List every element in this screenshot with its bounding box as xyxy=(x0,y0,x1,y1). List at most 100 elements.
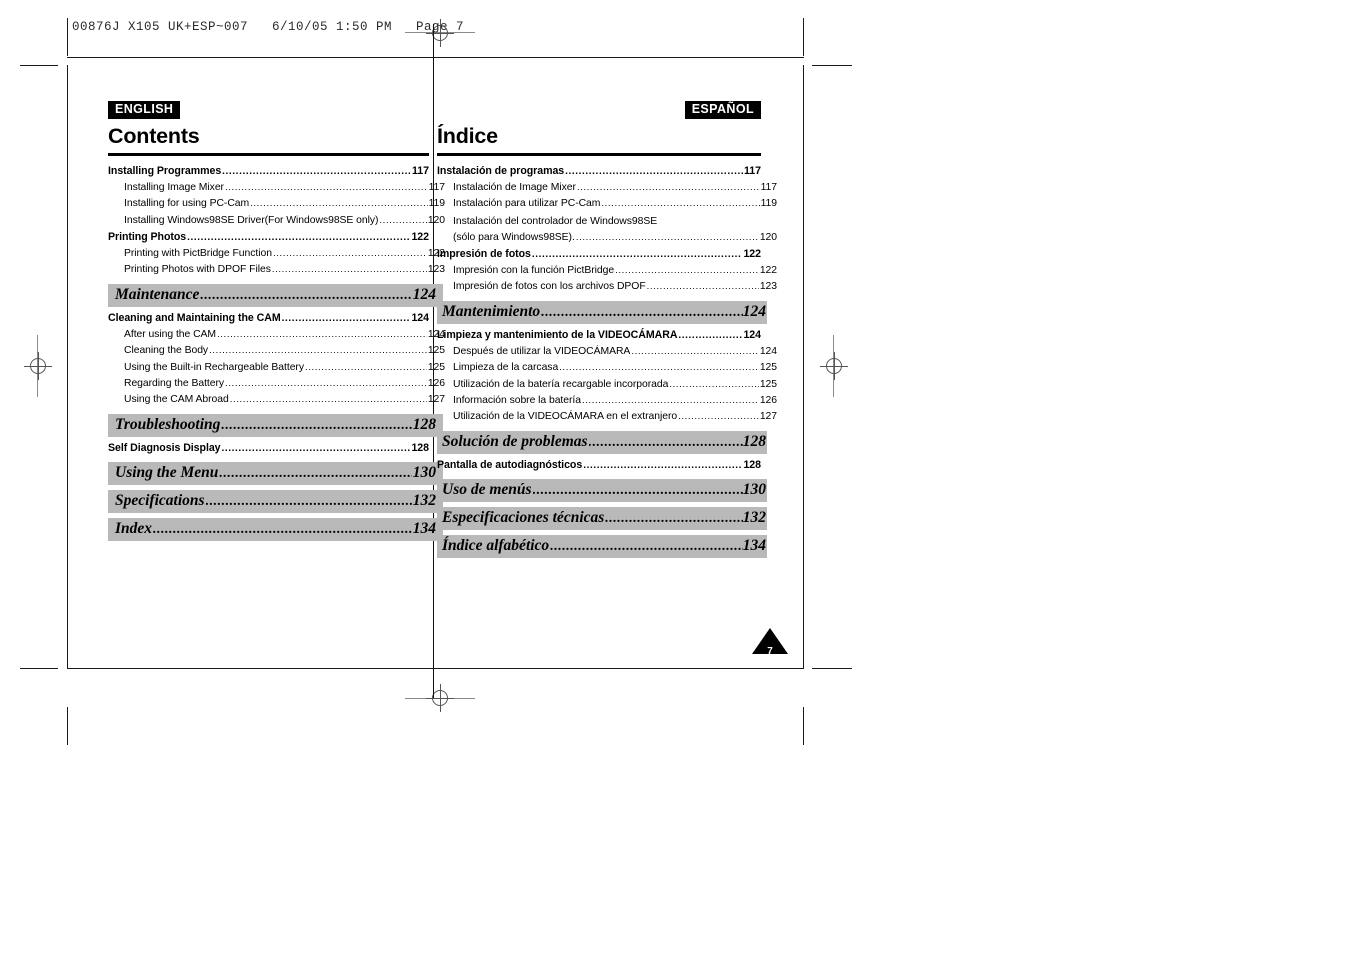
toc-entry[interactable]: Regarding the Battery...................… xyxy=(108,376,445,392)
toc-entry[interactable]: Pantalla de autodiagnósticos............… xyxy=(437,457,761,474)
page-edge-top-rule xyxy=(67,57,804,58)
toc-entry[interactable]: Installing Programmes...................… xyxy=(108,163,429,180)
toc-entry-label: Impresión con la función PictBridge xyxy=(453,264,615,276)
toc-entry-page: 122 xyxy=(743,247,761,260)
toc-entry[interactable]: Instalación de programas................… xyxy=(437,163,761,180)
toc-leader-dots: ........................................… xyxy=(379,215,426,226)
toc-entry-label: Specifications xyxy=(115,491,205,509)
toc-entry-label: Solución de problemas xyxy=(442,432,588,450)
toc-entry[interactable]: Cleaning the Body.......................… xyxy=(108,343,445,359)
toc-entry[interactable]: Limpieza de la carcasa..................… xyxy=(437,360,777,376)
crop-mark-top-right-vertical xyxy=(803,18,804,56)
toc-entry-label: Troubleshooting xyxy=(115,415,221,433)
toc-entry[interactable]: Después de utilizar la VIDEOCÁMARA......… xyxy=(437,344,777,360)
toc-leader-dots: ........................................… xyxy=(272,248,427,259)
english-page-title: Contents xyxy=(108,124,200,149)
toc-leader-dots: ........................................… xyxy=(601,199,760,209)
toc-entry-page: 134 xyxy=(412,519,436,537)
toc-entry[interactable]: Información sobre la batería............… xyxy=(437,393,777,409)
toc-leader-dots: ........................................… xyxy=(153,522,412,537)
toc-leader-dots: ........................................… xyxy=(217,329,427,340)
toc-entry-page: 125 xyxy=(759,362,777,374)
toc-section-band[interactable]: Specifications..........................… xyxy=(108,489,443,513)
toc-leader-dots: ........................................… xyxy=(271,265,427,275)
toc-entry[interactable]: Printing Photos.........................… xyxy=(108,229,429,246)
toc-entry-label: Maintenance xyxy=(115,285,200,303)
toc-leader-dots: ........................................… xyxy=(605,511,742,526)
toc-entry-page: 125 xyxy=(759,378,777,390)
toc-entry-label: Impresión de fotos con los archivos DPOF xyxy=(453,281,646,293)
toc-entry-page: 130 xyxy=(412,463,436,481)
toc-entry-label: Instalación del controlador de Windows98… xyxy=(453,215,658,227)
toc-entry[interactable]: Installing Image Mixer..................… xyxy=(108,180,445,196)
toc-entry[interactable]: Self Diagnosis Display..................… xyxy=(108,440,429,457)
toc-entry-page: 120 xyxy=(759,231,777,243)
toc-section-band[interactable]: Especificaciones técnicas...............… xyxy=(437,506,767,530)
crop-mark-top-left-horizontal xyxy=(20,65,58,66)
toc-entry-label: Después de utilizar la VIDEOCÁMARA xyxy=(453,345,631,357)
toc-entry[interactable]: Instalación para utilizar PC-Cam........… xyxy=(437,196,777,212)
toc-section-band[interactable]: Maintenance.............................… xyxy=(108,283,443,307)
crop-mark-bottom-left-horizontal xyxy=(20,668,58,669)
toc-entry[interactable]: Impresión de fotos......................… xyxy=(437,246,761,263)
toc-entry[interactable]: Utilización de la batería recargable inc… xyxy=(437,377,777,393)
toc-entry[interactable]: Using the CAM Abroad....................… xyxy=(108,392,445,408)
toc-entry-label: Índice alfabético xyxy=(442,536,550,554)
toc-entry-label: Mantenimiento xyxy=(442,302,541,320)
toc-entry-label: Instalación para utilizar PC-Cam xyxy=(453,198,601,210)
registration-target-bottom xyxy=(426,684,454,712)
page-edge-left-rule xyxy=(67,65,68,669)
toc-leader-dots: ........................................… xyxy=(669,379,758,390)
language-badge-spanish: ESPAÑOL xyxy=(684,101,761,120)
toc-entry-label: Cleaning and Maintaining the CAM xyxy=(108,311,281,324)
toc-entry[interactable]: Impresión de fotos con los archivos DPOF… xyxy=(437,279,777,295)
toc-section-band[interactable]: Índice alfabético.......................… xyxy=(437,534,767,558)
language-badge-english: ENGLISH xyxy=(108,101,181,120)
toc-leader-dots: ........................................… xyxy=(583,460,743,471)
toc-leader-dots: ........................................… xyxy=(187,232,411,243)
toc-section-band[interactable]: Solución de problemas...................… xyxy=(437,430,767,454)
toc-entry-label: (sólo para Windows98SE). xyxy=(453,231,575,243)
toc-entry-label: Instalación de Image Mixer xyxy=(453,181,576,193)
toc-entry[interactable]: After using the CAM.....................… xyxy=(108,327,445,343)
toc-entry[interactable]: Instalación de Image Mixer..............… xyxy=(437,180,777,196)
toc-entry-page: 124 xyxy=(742,302,766,320)
toc-leader-dots: ........................................… xyxy=(229,395,427,406)
toc-entry-page: 128 xyxy=(743,458,761,471)
toc-entry[interactable]: Using the Built-in Rechargeable Battery.… xyxy=(108,360,445,376)
toc-entry[interactable]: Utilización de la VIDEOCÁMARA en el extr… xyxy=(437,409,777,425)
toc-leader-dots: ........................................… xyxy=(281,313,411,324)
toc-leader-dots: ........................................… xyxy=(205,494,412,509)
toc-entry[interactable]: Limpieza y mantenimiento de la VIDEOCÁMA… xyxy=(437,327,761,344)
toc-entry-label: Printing Photos xyxy=(108,230,187,243)
toc-entry-label: Instalación de programas xyxy=(437,164,565,177)
toc-entry[interactable]: Printing with PictBridge Function.......… xyxy=(108,246,445,262)
toc-entry[interactable]: Impresión con la función PictBridge.....… xyxy=(437,263,777,279)
toc-entry-label: Printing with PictBridge Function xyxy=(124,247,272,259)
toc-section-band[interactable]: Uso de menús............................… xyxy=(437,478,767,502)
toc-leader-dots: ........................................… xyxy=(224,182,428,193)
toc-leader-dots: ........................................… xyxy=(532,483,743,498)
toc-entry-page: 124 xyxy=(759,345,777,357)
toc-entry[interactable]: Cleaning and Maintaining the CAM........… xyxy=(108,310,429,327)
toc-entry-page: 124 xyxy=(412,285,436,303)
toc-leader-dots: ........................................… xyxy=(576,182,760,193)
toc-entry[interactable]: Installing for using PC-Cam.............… xyxy=(108,196,445,212)
toc-entry[interactable]: (sólo para Windows98SE).................… xyxy=(437,230,777,246)
toc-section-band[interactable]: Using the Menu..........................… xyxy=(108,461,443,485)
toc-entry-page: 126 xyxy=(759,395,777,407)
crop-mark-bottom-right-vertical xyxy=(803,707,804,745)
toc-leader-dots: ........................................… xyxy=(225,379,427,389)
toc-entry[interactable]: Printing Photos with DPOF Files.........… xyxy=(108,262,445,278)
toc-entry-label: Utilización de la VIDEOCÁMARA en el extr… xyxy=(453,411,678,423)
toc-section-band[interactable]: Index...................................… xyxy=(108,517,443,541)
toc-leader-dots: ........................................… xyxy=(678,412,759,423)
toc-entry-label: After using the CAM xyxy=(124,328,217,340)
toc-section-band[interactable]: Troubleshooting.........................… xyxy=(108,413,443,437)
spanish-title-rule xyxy=(437,152,761,156)
toc-leader-dots: ........................................… xyxy=(304,362,427,373)
spanish-page-title: Índice xyxy=(437,124,498,149)
toc-leader-dots: ........................................… xyxy=(631,346,759,357)
toc-section-band[interactable]: Mantenimiento...........................… xyxy=(437,300,767,324)
toc-entry[interactable]: Installing Windows98SE Driver(For Window… xyxy=(108,213,445,229)
